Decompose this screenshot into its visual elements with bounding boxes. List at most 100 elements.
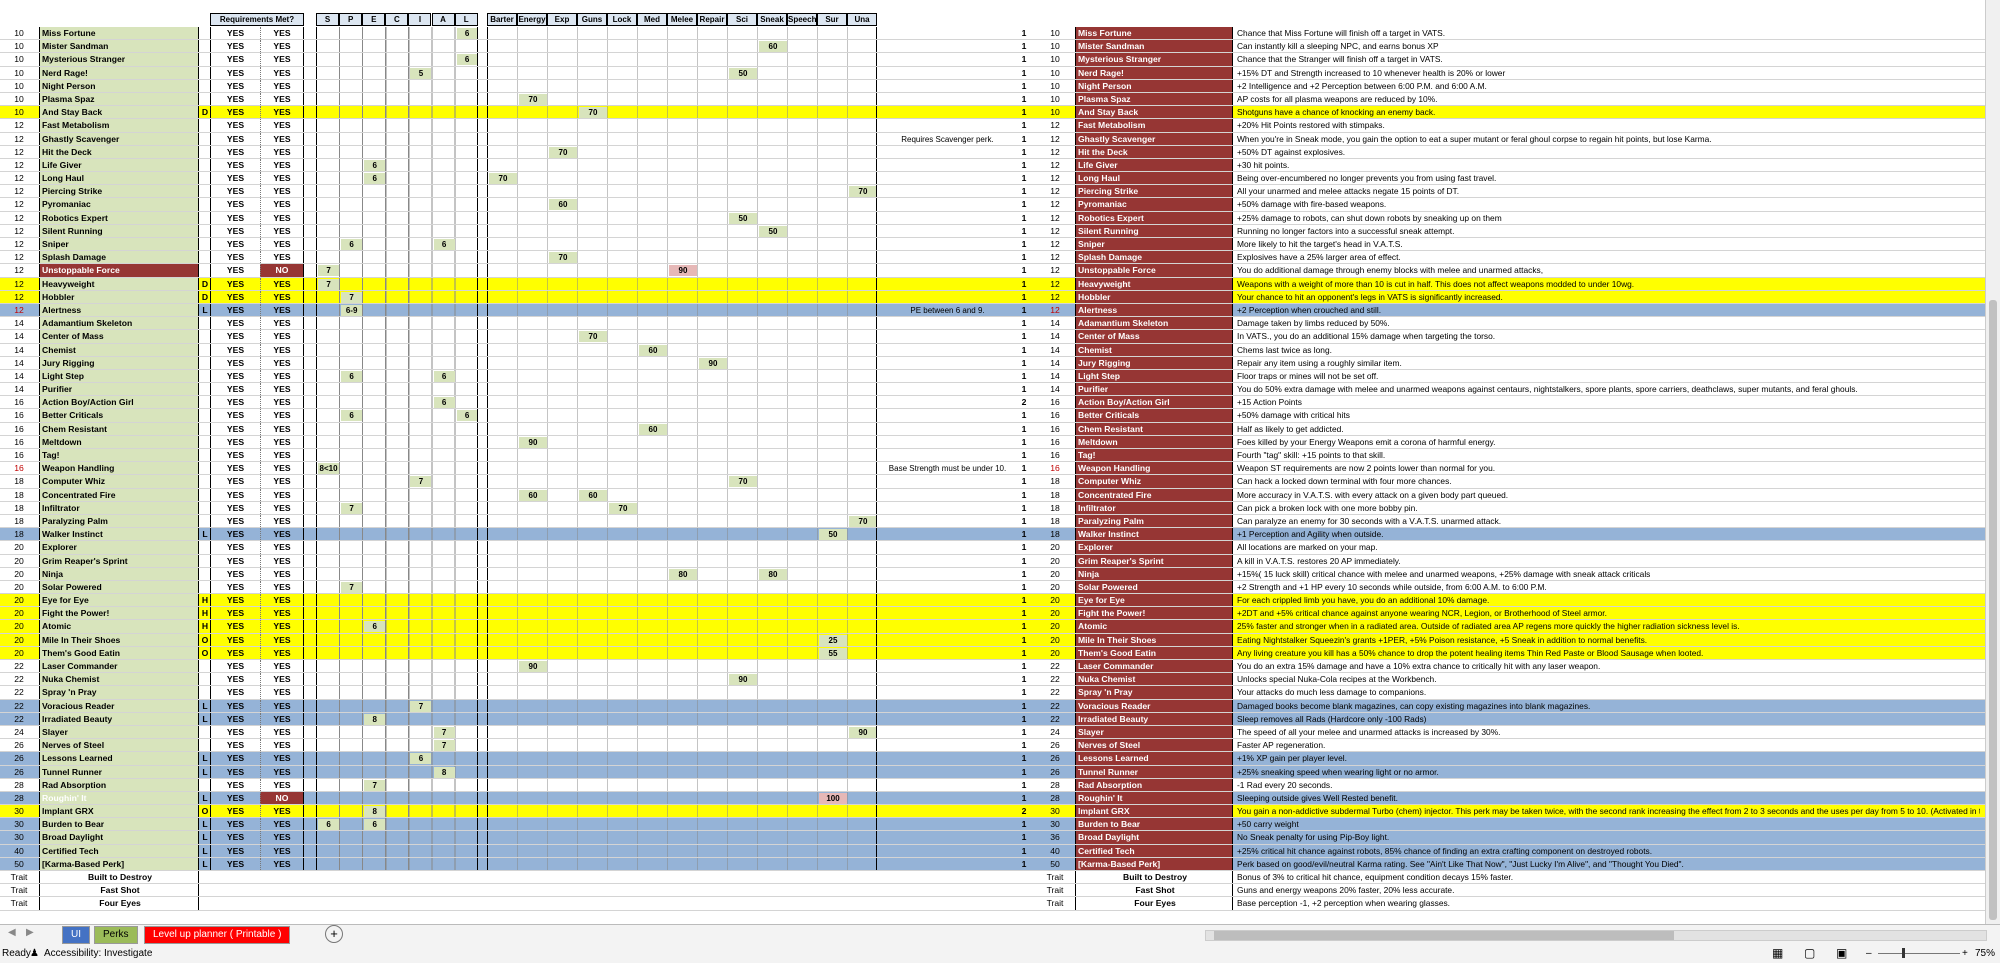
description-cell[interactable]: Explosives have a 25% larger area of eff… xyxy=(1235,251,1980,263)
skill-requirements[interactable] xyxy=(487,620,877,633)
note-cell[interactable] xyxy=(880,40,1015,52)
requirement-met-cell[interactable]: YES xyxy=(260,79,304,92)
perk-name-cell-2[interactable]: Piercing Strike xyxy=(1075,185,1233,198)
requirement-met-cell[interactable]: YES xyxy=(260,462,304,475)
skill-requirements[interactable]: 90 xyxy=(487,356,877,369)
perk-name-cell-2[interactable]: Nuka Chemist xyxy=(1075,673,1233,686)
perk-name-cell[interactable]: Purifier xyxy=(39,383,199,396)
perk-name-cell-2[interactable]: Plasma Spaz xyxy=(1075,92,1233,106)
abbrev-cell[interactable] xyxy=(201,462,209,474)
abbrev-cell[interactable] xyxy=(201,185,209,197)
perk-name-cell[interactable]: Fast Metabolism xyxy=(39,119,199,132)
perk-name-cell-2[interactable]: Mister Sandman xyxy=(1075,40,1233,53)
level-cell-2[interactable]: 36 xyxy=(1040,831,1070,843)
note-cell[interactable] xyxy=(880,251,1015,263)
note-cell[interactable] xyxy=(880,792,1015,804)
description-cell[interactable]: +50 carry weight xyxy=(1235,818,1980,830)
special-requirements[interactable] xyxy=(316,356,478,369)
perk-name-cell[interactable]: Explorer xyxy=(39,541,199,554)
level-cell-2[interactable]: 22 xyxy=(1040,713,1070,725)
description-cell[interactable]: +50% damage with critical hits xyxy=(1235,409,1980,421)
special-requirements[interactable]: 6 xyxy=(316,158,478,172)
skill-requirements[interactable] xyxy=(487,290,877,303)
trait-label[interactable]: Trait xyxy=(0,884,38,896)
skill-requirements[interactable]: 90 xyxy=(487,725,877,739)
perk-name-cell[interactable]: Computer Whiz xyxy=(39,475,199,488)
rank-cell[interactable]: 1 xyxy=(1016,620,1032,632)
perk-name-cell[interactable]: Piercing Strike xyxy=(39,185,199,198)
special-requirements[interactable]: 7 xyxy=(316,580,478,594)
perk-name-cell[interactable]: Mile In Their Shoes xyxy=(39,633,199,646)
level-cell[interactable]: 40 xyxy=(0,845,38,857)
note-cell[interactable] xyxy=(880,502,1015,514)
description-cell[interactable]: Eating Nightstalker Squeezin's grants +1… xyxy=(1235,634,1980,646)
level-cell[interactable]: 50 xyxy=(0,858,38,870)
perk-name-cell[interactable]: Slayer xyxy=(39,725,199,739)
perk-name-cell-2[interactable]: Broad Daylight xyxy=(1075,831,1233,844)
requirement-met-cell[interactable]: YES xyxy=(260,580,304,594)
perk-name-cell-2[interactable]: Adamantium Skeleton xyxy=(1075,317,1233,330)
skill-requirements[interactable]: 100 xyxy=(487,791,877,805)
perk-name-cell-2[interactable]: Hobbler xyxy=(1075,290,1233,303)
level-cell-2[interactable]: 22 xyxy=(1040,673,1070,685)
level-cell-2[interactable]: 12 xyxy=(1040,198,1070,210)
level-cell-2[interactable]: 12 xyxy=(1040,291,1070,303)
rank-cell[interactable]: 1 xyxy=(1016,172,1032,184)
special-requirements[interactable]: 6 xyxy=(316,752,478,765)
special-requirements[interactable] xyxy=(316,383,478,396)
skill-requirements[interactable] xyxy=(487,752,877,765)
description-cell[interactable]: All your unarmed and melee attacks negat… xyxy=(1235,185,1980,197)
perk-name-cell-2[interactable]: Long Haul xyxy=(1075,172,1233,185)
requirement-met-cell[interactable]: YES xyxy=(260,343,304,356)
perk-name-cell-2[interactable]: Them's Good Eatin xyxy=(1075,646,1233,659)
abbrev-cell[interactable] xyxy=(201,436,209,448)
rank-cell[interactable]: 1 xyxy=(1016,818,1032,830)
requirement-cell[interactable]: YES xyxy=(210,396,260,409)
skill-requirements[interactable]: 90 xyxy=(487,435,877,448)
rank-cell[interactable]: 1 xyxy=(1016,686,1032,698)
special-requirements[interactable]: 7 xyxy=(316,778,478,791)
perk-name-cell[interactable]: Action Boy/Action Girl xyxy=(39,396,199,409)
perk-name-cell[interactable]: Them's Good Eatin xyxy=(39,646,199,659)
requirement-cell[interactable]: YES xyxy=(210,831,260,844)
requirement-met-cell[interactable]: YES xyxy=(260,238,304,251)
rank-cell[interactable]: 1 xyxy=(1016,67,1032,79)
note-cell[interactable] xyxy=(880,555,1015,567)
perk-name-cell-2[interactable]: Walker Instinct xyxy=(1075,528,1233,541)
abbrev-cell[interactable] xyxy=(201,726,209,738)
perk-name-cell-2[interactable]: Nerves of Steel xyxy=(1075,739,1233,752)
level-cell[interactable]: 22 xyxy=(0,660,38,672)
special-requirements[interactable] xyxy=(316,567,478,580)
note-cell[interactable] xyxy=(880,515,1015,527)
level-cell[interactable]: 12 xyxy=(0,304,38,316)
abbrev-cell[interactable]: O xyxy=(201,647,209,659)
perk-name-cell[interactable]: Silent Running xyxy=(39,224,199,237)
description-cell[interactable]: +30 hit points. xyxy=(1235,159,1980,171)
skill-requirements[interactable] xyxy=(487,739,877,752)
requirement-cell[interactable]: YES xyxy=(210,752,260,765)
rank-cell[interactable]: 1 xyxy=(1016,344,1032,356)
skill-requirements[interactable] xyxy=(487,238,877,251)
level-cell-2[interactable]: 26 xyxy=(1040,752,1070,764)
special-requirements[interactable] xyxy=(316,198,478,211)
abbrev-cell[interactable]: L xyxy=(201,752,209,764)
requirement-met-cell[interactable]: YES xyxy=(260,528,304,541)
requirement-met-cell[interactable]: YES xyxy=(260,185,304,198)
abbrev-cell[interactable] xyxy=(201,93,209,105)
note-cell[interactable] xyxy=(880,409,1015,421)
perk-name-cell[interactable]: Solar Powered xyxy=(39,580,199,594)
perk-name-cell[interactable]: Life Giver xyxy=(39,158,199,172)
special-requirements[interactable] xyxy=(316,185,478,198)
requirement-met-cell[interactable]: YES xyxy=(260,778,304,791)
description-cell[interactable]: More accuracy in V.A.T.S. with every att… xyxy=(1235,489,1980,501)
description-cell[interactable]: No Sneak penalty for using Pip-Boy light… xyxy=(1235,831,1980,843)
perk-name-cell[interactable]: Paralyzing Palm xyxy=(39,514,199,528)
requirement-met-cell[interactable]: YES xyxy=(260,396,304,409)
level-cell[interactable]: 12 xyxy=(0,278,38,290)
description-cell[interactable]: Can instantly kill a sleeping NPC, and e… xyxy=(1235,40,1980,52)
abbrev-cell[interactable] xyxy=(201,80,209,92)
perk-name-cell[interactable]: Ninja xyxy=(39,567,199,580)
requirement-cell[interactable]: YES xyxy=(210,290,260,303)
requirement-cell[interactable]: YES xyxy=(210,488,260,501)
perk-name-cell-2[interactable]: Light Step xyxy=(1075,369,1233,383)
